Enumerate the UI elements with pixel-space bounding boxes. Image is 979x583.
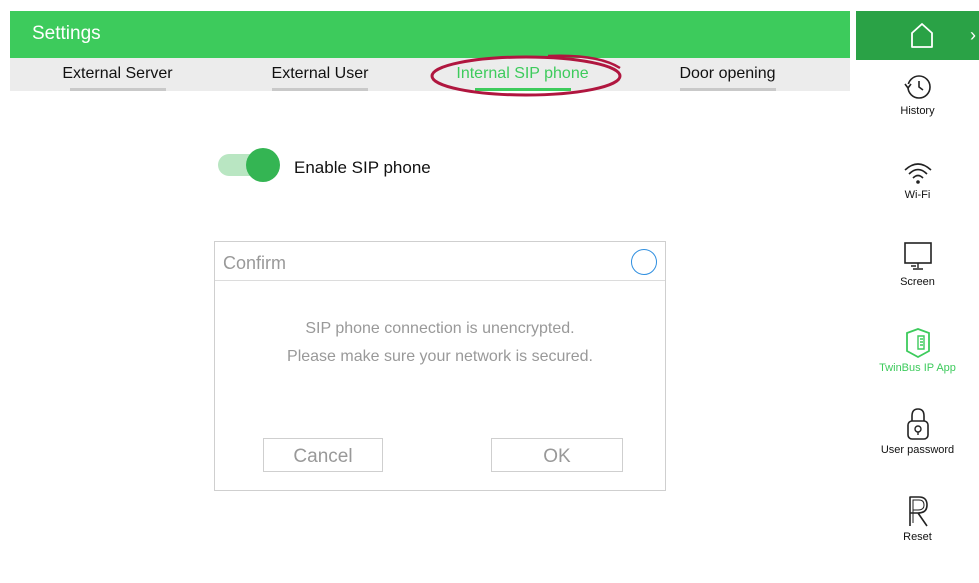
sidebar-item-twinbus-ip-app[interactable]: TwinBus IP App (856, 327, 979, 374)
sidebar-item-label: User password (880, 444, 955, 456)
enable-sip-label: Enable SIP phone (294, 158, 431, 177)
sidebar-item-screen[interactable]: Screen (856, 241, 979, 288)
settings-header: Settings (10, 11, 850, 58)
cancel-button[interactable]: Cancel (263, 438, 383, 472)
wifi-icon (903, 163, 932, 184)
tab-underline (474, 88, 571, 91)
sidebar-item-label: Screen (900, 276, 935, 288)
chevron-right-icon: › (970, 25, 976, 45)
home-icon (911, 23, 933, 48)
tab-underline (272, 88, 368, 91)
toggle-knob (246, 148, 280, 182)
tab-label: Door opening (679, 65, 776, 82)
confirm-dialog: Confirm SIP phone connection is unencryp… (214, 241, 666, 491)
sidebar-item-user-password[interactable]: User password (856, 407, 979, 456)
sidebar-item-history[interactable]: History (856, 72, 979, 117)
tab-internal-sip-phone[interactable]: Internal SIP phone (430, 58, 615, 91)
page-title: Settings (32, 23, 101, 44)
tab-label: External User (271, 65, 369, 82)
dialog-title: Confirm (223, 253, 287, 273)
history-icon (903, 75, 931, 99)
tab-label: External Server (62, 65, 173, 82)
sidebar-item-wifi[interactable]: Wi-Fi (856, 160, 979, 201)
dialog-message-line2: Please make sure your network is secured… (287, 348, 593, 365)
sidebar-item-label: Wi-Fi (904, 189, 931, 201)
sidebar-item-label: History (900, 105, 935, 117)
tab-external-server[interactable]: External Server (40, 58, 195, 91)
tab-external-user[interactable]: External User (245, 58, 395, 91)
lock-icon (906, 408, 929, 440)
reset-icon (908, 496, 928, 527)
sidebar-item-label: Reset (903, 531, 932, 543)
close-icon[interactable] (631, 249, 657, 275)
dialog-message-line1: SIP phone connection is unencrypted. (305, 320, 575, 337)
tab-underline (69, 88, 166, 91)
sidebar-item-reset[interactable]: Reset (856, 494, 979, 543)
tab-door-opening[interactable]: Door opening (660, 58, 795, 91)
tab-bar: External Server External User Internal S… (10, 58, 850, 91)
home-button[interactable]: › (856, 11, 979, 60)
ok-button[interactable]: OK (491, 438, 623, 472)
sidebar-item-label: TwinBus IP App (879, 362, 956, 374)
app-icon (905, 328, 930, 359)
tab-underline (679, 88, 776, 91)
enable-sip-toggle[interactable] (218, 148, 280, 182)
screen-icon (903, 242, 932, 270)
dialog-header: Confirm (215, 242, 665, 281)
tab-label: Internal SIP phone (456, 65, 589, 82)
